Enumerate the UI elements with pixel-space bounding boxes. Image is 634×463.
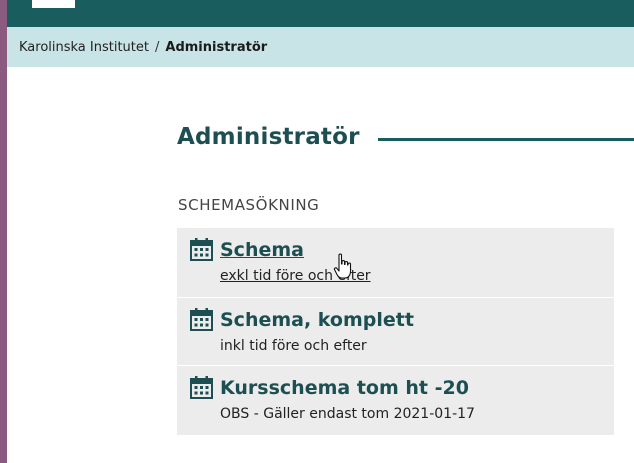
schedule-menu: Schema exkl tid före och efter Schema, k… xyxy=(177,228,614,435)
page-heading-row: Administratör xyxy=(177,120,634,154)
menu-item-title[interactable]: Schema xyxy=(220,239,304,261)
calendar-icon xyxy=(189,237,214,262)
menu-item-subtitle[interactable]: exkl tid före och efter xyxy=(189,268,604,284)
menu-item-subtitle: OBS - Gäller endast tom 2021-01-17 xyxy=(220,406,475,422)
menu-item-title[interactable]: Kursschema tom ht -20 xyxy=(220,377,469,399)
left-accent-bar xyxy=(0,0,7,463)
header-logo-stub[interactable] xyxy=(32,0,75,8)
top-header-bar xyxy=(7,0,634,27)
menu-item-schema-komplett[interactable]: Schema, komplett inkl tid före och efter xyxy=(177,297,614,365)
menu-item-schema[interactable]: Schema exkl tid före och efter xyxy=(177,228,614,297)
section-label: SCHEMASÖKNING xyxy=(178,196,320,214)
calendar-icon xyxy=(189,375,214,400)
breadcrumb-parent-link[interactable]: Karolinska Institutet xyxy=(19,40,149,55)
menu-item-subtitle: inkl tid före och efter xyxy=(220,338,367,354)
breadcrumb-current: Administratör xyxy=(165,39,268,55)
breadcrumb: Karolinska Institutet / Administratör xyxy=(7,27,634,67)
menu-item-kursschema[interactable]: Kursschema tom ht -20 OBS - Gäller endas… xyxy=(177,365,614,435)
calendar-icon xyxy=(189,307,214,332)
page-title: Administratör xyxy=(177,124,360,150)
page: Karolinska Institutet / Administratör Ad… xyxy=(0,0,634,463)
title-divider xyxy=(377,137,634,141)
breadcrumb-separator: / xyxy=(155,39,160,55)
menu-item-title[interactable]: Schema, komplett xyxy=(220,309,414,331)
hand-pointer-icon xyxy=(333,253,353,281)
